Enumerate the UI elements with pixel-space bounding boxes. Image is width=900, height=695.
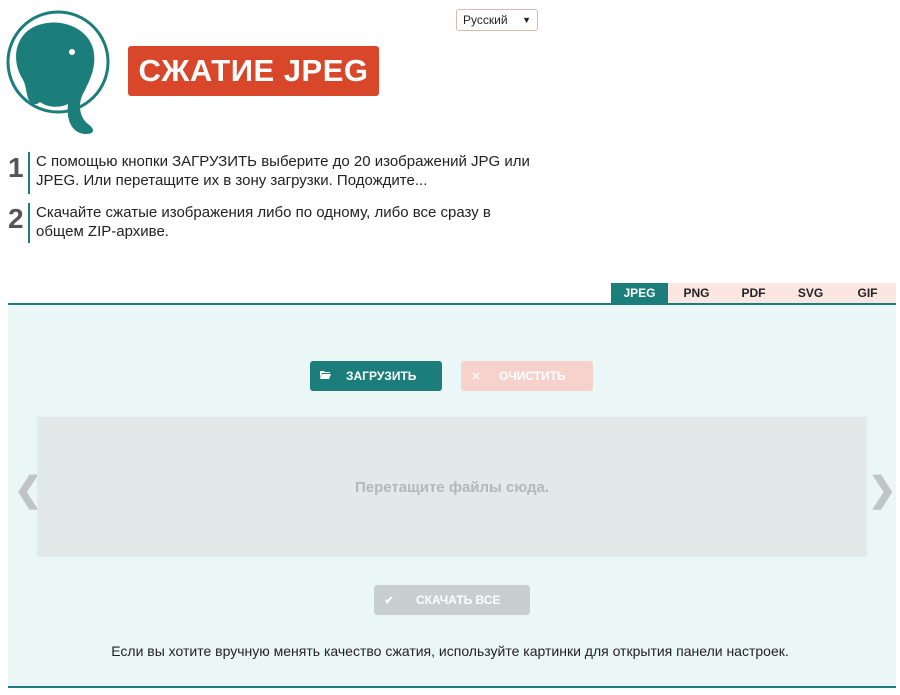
elephant-logo-icon	[6, 10, 110, 135]
tab-png[interactable]: PNG	[668, 283, 725, 303]
drop-zone[interactable]: Перетащите файлы сюда.	[37, 417, 867, 557]
step-divider	[28, 152, 30, 194]
step-number: 1	[8, 152, 24, 183]
close-icon: ✕	[471, 370, 481, 383]
clear-button[interactable]: ✕ ОЧИСТИТЬ	[461, 361, 593, 391]
step-number: 2	[8, 203, 24, 234]
step-1: 1 С помощью кнопки ЗАГРУЗИТЬ выберите до…	[8, 152, 536, 194]
tab-svg[interactable]: SVG	[782, 283, 839, 303]
upload-button-label: ЗАГРУЗИТЬ	[346, 369, 417, 383]
step-text: С помощью кнопки ЗАГРУЗИТЬ выберите до 2…	[36, 153, 530, 189]
drop-zone-text: Перетащите файлы сюда.	[354, 478, 550, 496]
download-all-button[interactable]: ✔ СКАЧАТЬ ВСЕ	[374, 585, 530, 615]
settings-hint: Если вы хотите вручную менять качество с…	[111, 643, 789, 659]
tab-gif[interactable]: GIF	[839, 283, 896, 303]
tab-jpeg[interactable]: JPEG	[611, 283, 668, 303]
clear-button-label: ОЧИСТИТЬ	[499, 369, 566, 383]
chevron-right-icon[interactable]: ❯	[868, 470, 897, 510]
language-select-value: Русский	[463, 13, 508, 27]
format-tabs: JPEG PNG PDF SVG GIF	[611, 283, 896, 303]
upload-button[interactable]: ЗАГРУЗИТЬ	[310, 361, 442, 391]
chevron-down-icon: ▼	[522, 15, 531, 25]
step-2: 2 Скачайте сжатые изображения либо по од…	[8, 203, 536, 243]
language-select[interactable]: Русский ▼	[456, 9, 538, 31]
step-divider	[28, 203, 30, 243]
checkmark-icon: ✔	[384, 594, 394, 607]
download-all-button-label: СКАЧАТЬ ВСЕ	[416, 593, 501, 607]
tab-pdf[interactable]: PDF	[725, 283, 782, 303]
panel-bottom-border	[8, 686, 896, 688]
app-title: СЖАТИЕ JPEG	[128, 46, 379, 96]
folder-open-icon	[318, 370, 332, 382]
step-text: Скачайте сжатые изображения либо по одно…	[36, 204, 491, 240]
